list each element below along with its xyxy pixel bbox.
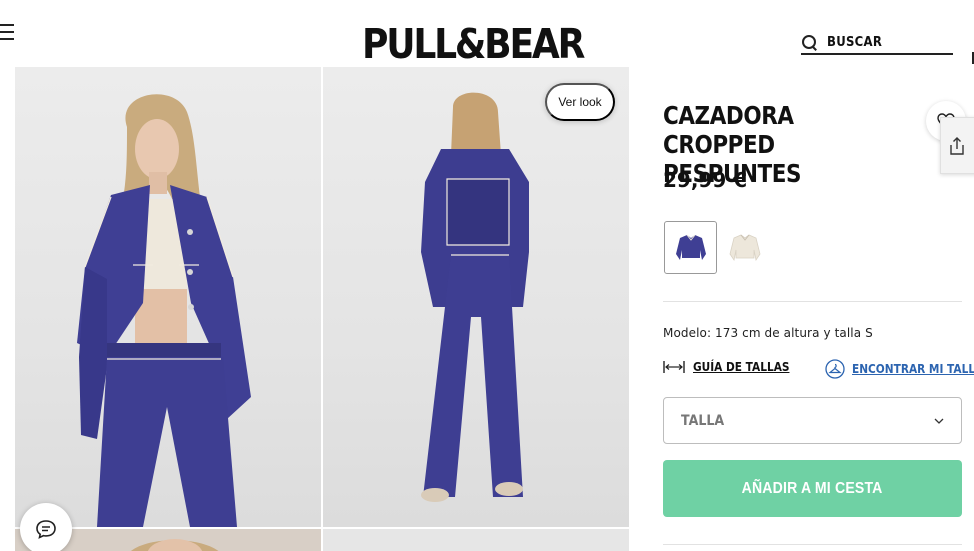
divider xyxy=(663,301,962,302)
divider xyxy=(663,544,962,545)
ver-look-button[interactable]: Ver look xyxy=(545,83,615,121)
size-select-placeholder: TALLA xyxy=(681,412,725,429)
ruler-icon xyxy=(663,361,685,373)
search-bar[interactable]: BUSCAR xyxy=(801,32,953,55)
menu-icon[interactable] xyxy=(0,22,14,42)
brand-logo[interactable]: PULL&BEAR xyxy=(362,20,585,68)
share-button[interactable] xyxy=(940,117,974,174)
product-photo-front[interactable] xyxy=(15,67,321,527)
size-select[interactable]: TALLA xyxy=(663,397,962,444)
color-swatch-blue[interactable] xyxy=(664,221,717,274)
model-info: Modelo: 173 cm de altura y talla S xyxy=(663,326,873,340)
product-photo-back[interactable] xyxy=(323,67,629,527)
hanger-icon xyxy=(825,359,845,379)
product-price: 29,99 € xyxy=(663,168,748,192)
search-label[interactable]: BUSCAR xyxy=(827,35,882,50)
product-photo-detail[interactable] xyxy=(323,529,629,551)
find-my-size-link[interactable]: ENCONTRAR MI TALLA xyxy=(825,359,974,379)
add-to-cart-button[interactable]: AÑADIR A MI CESTA xyxy=(663,460,962,517)
product-page: PULL&BEAR BUSCAR Ver look CAZADORA CROPP… xyxy=(0,0,974,551)
add-to-cart-label: AÑADIR A MI CESTA xyxy=(742,479,883,497)
chat-icon xyxy=(36,520,56,539)
chevron-down-icon xyxy=(934,418,944,424)
color-swatch-ecru[interactable] xyxy=(718,221,771,274)
share-icon xyxy=(950,136,964,155)
size-guide-label[interactable]: GUÍA DE TALLAS xyxy=(693,360,789,374)
find-my-size-label[interactable]: ENCONTRAR MI TALLA xyxy=(852,362,974,376)
search-icon[interactable] xyxy=(801,34,818,51)
chat-button[interactable] xyxy=(20,503,72,551)
size-guide-link[interactable]: GUÍA DE TALLAS xyxy=(663,359,803,375)
